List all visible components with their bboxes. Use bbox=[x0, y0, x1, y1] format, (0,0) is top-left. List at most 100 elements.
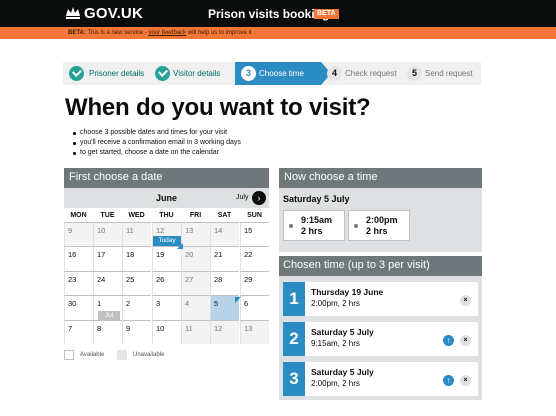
calendar-day[interactable]: 10 bbox=[152, 319, 181, 344]
progress-steps: Prisoner details Visitor details 3 Choos… bbox=[63, 62, 481, 85]
chosen-number: 3 bbox=[283, 362, 305, 396]
calendar-day[interactable]: 23 bbox=[64, 270, 93, 296]
calendar-day[interactable]: 2 bbox=[122, 295, 151, 320]
step-prisoner-details[interactable]: Prisoner details bbox=[63, 62, 149, 85]
calendar-day[interactable]: 28 bbox=[210, 270, 239, 296]
beta-tag: BETA bbox=[314, 9, 339, 19]
calendar-day[interactable]: 15 bbox=[240, 222, 269, 247]
chosen-time: 2:00pm, 2 hrs bbox=[311, 299, 360, 308]
calendar-day[interactable]: 24 bbox=[93, 270, 122, 296]
time-slot-option[interactable]: 9:15am 2 hrs bbox=[283, 210, 345, 241]
calendar-title: First choose a date bbox=[69, 171, 163, 183]
govuk-header: GOV.UK Prison visits booking BETA bbox=[0, 0, 556, 27]
govuk-logo-text[interactable]: GOV.UK bbox=[84, 5, 143, 22]
calendar-day[interactable]: 22 bbox=[240, 246, 269, 271]
move-up-icon[interactable]: ↑ bbox=[443, 335, 454, 346]
step-choose-time: 3 Choose time bbox=[235, 62, 321, 85]
calendar-header: First choose a date bbox=[64, 168, 269, 188]
month-badge: Jul bbox=[98, 311, 120, 320]
remove-icon[interactable]: × bbox=[460, 335, 471, 346]
calendar-day[interactable]: 9 bbox=[122, 319, 151, 344]
chosen-time: 2:00pm, 2 hrs bbox=[311, 379, 360, 388]
month-bar: June July › bbox=[64, 188, 269, 208]
chosen-item: 3 Saturday 5 July 2:00pm, 2 hrs ↑ × bbox=[283, 362, 478, 396]
step-label: Send request bbox=[425, 69, 473, 78]
crown-icon bbox=[66, 7, 80, 19]
calendar-day[interactable]: 16 bbox=[64, 246, 93, 271]
calendar-day[interactable]: 30 bbox=[64, 295, 93, 320]
calendar-day[interactable]: 7 bbox=[64, 319, 93, 344]
calendar-day-chosen[interactable]: 19 bbox=[152, 246, 181, 271]
dow-wed: WED bbox=[128, 212, 145, 219]
calendar-day[interactable]: 25 bbox=[122, 270, 151, 296]
calendar-day[interactable]: 18 bbox=[122, 246, 151, 271]
next-month-label[interactable]: July bbox=[236, 194, 248, 201]
chosen-item: 1 Thursday 19 June 2:00pm, 2 hrs × bbox=[283, 282, 478, 316]
calendar-day[interactable]: 8 bbox=[93, 319, 122, 344]
slot-time: 9:15am bbox=[301, 215, 333, 225]
radio-icon[interactable] bbox=[354, 224, 358, 228]
feedback-link[interactable]: your feedback bbox=[148, 30, 186, 36]
list-item: you'll receive a confirmation email in 3… bbox=[72, 138, 241, 148]
instructions-list: choose 3 possible dates and times for yo… bbox=[72, 128, 241, 158]
list-item: choose 3 possible dates and times for yo… bbox=[72, 128, 241, 138]
check-icon bbox=[69, 66, 84, 81]
chosen-panel-header: Chosen time (up to 3 per visit) bbox=[279, 256, 482, 276]
step-label: Choose time bbox=[259, 69, 304, 78]
step-label: Visitor details bbox=[173, 69, 221, 78]
calendar-day: 4 bbox=[181, 295, 210, 320]
calendar-day: 12 bbox=[210, 319, 239, 344]
legend-unavailable-swatch bbox=[117, 350, 127, 360]
dow-tue: TUE bbox=[100, 212, 115, 219]
radio-icon[interactable] bbox=[289, 224, 293, 228]
calendar-day[interactable]: 29 bbox=[240, 270, 269, 296]
service-name[interactable]: Prison visits booking bbox=[208, 7, 329, 21]
calendar-day: 11 bbox=[181, 319, 210, 344]
dow-mon: MON bbox=[70, 212, 87, 219]
calendar-day[interactable]: 6 bbox=[240, 295, 269, 320]
calendar-day: 10 bbox=[93, 222, 122, 247]
time-slot-option[interactable]: 2:00pm 2 hrs bbox=[348, 210, 410, 241]
days-of-week: MON TUE WED THU FRI SAT SUN bbox=[64, 210, 269, 222]
remove-icon[interactable]: × bbox=[460, 295, 471, 306]
step-visitor-details[interactable]: Visitor details bbox=[149, 62, 235, 85]
list-item: to get started, choose a date on the cal… bbox=[72, 148, 241, 158]
legend-available: Available bbox=[80, 352, 105, 358]
dow-thu: THU bbox=[159, 212, 174, 219]
time-panel: Saturday 5 July 9:15am 2 hrs 2:00pm 2 hr… bbox=[279, 188, 482, 252]
calendar-day[interactable]: 26 bbox=[152, 270, 181, 296]
beta-banner-text-after: will help us to improve it bbox=[187, 30, 252, 36]
today-badge: Today bbox=[153, 236, 181, 246]
step-number: 4 bbox=[327, 66, 342, 81]
calendar-day: 27 bbox=[181, 270, 210, 296]
calendar-day: 9 bbox=[64, 222, 93, 247]
move-up-icon[interactable]: ↑ bbox=[443, 375, 454, 386]
beta-banner-prefix: BETA: bbox=[68, 30, 86, 36]
chosen-number: 2 bbox=[283, 322, 305, 356]
calendar-day: 13 bbox=[181, 222, 210, 247]
beta-banner-text: This is a new service - bbox=[87, 30, 147, 36]
chosen-day: Saturday 5 July bbox=[311, 367, 374, 377]
calendar-day[interactable]: 3 bbox=[152, 295, 181, 320]
calendar-legend: Available Unavailable bbox=[64, 350, 269, 362]
chosen-day: Thursday 19 June bbox=[311, 287, 384, 297]
calendar-day: 11 bbox=[122, 222, 151, 247]
chevron-right-icon[interactable]: › bbox=[252, 191, 266, 205]
chosen-time: 9:15am, 2 hrs bbox=[311, 339, 360, 348]
calendar-day[interactable]: 21 bbox=[210, 246, 239, 271]
chosen-panel-title: Chosen time (up to 3 per visit) bbox=[283, 259, 430, 271]
time-panel-title: Now choose a time bbox=[284, 171, 378, 183]
beta-banner: BETA: This is a new service - your feedb… bbox=[0, 27, 556, 39]
page-title: When do you want to visit? bbox=[65, 94, 371, 121]
step-label: Check request bbox=[345, 69, 397, 78]
slot-duration: 2 hrs bbox=[366, 226, 388, 236]
calendar-day: 14 bbox=[210, 222, 239, 247]
slot-duration: 2 hrs bbox=[301, 226, 323, 236]
check-icon bbox=[155, 66, 170, 81]
calendar-day: 20 bbox=[181, 246, 210, 271]
legend-available-swatch bbox=[64, 350, 74, 360]
remove-icon[interactable]: × bbox=[460, 375, 471, 386]
calendar-day[interactable]: 17 bbox=[93, 246, 122, 271]
legend-unavailable: Unavailable bbox=[133, 352, 165, 358]
chosen-number: 1 bbox=[283, 282, 305, 316]
